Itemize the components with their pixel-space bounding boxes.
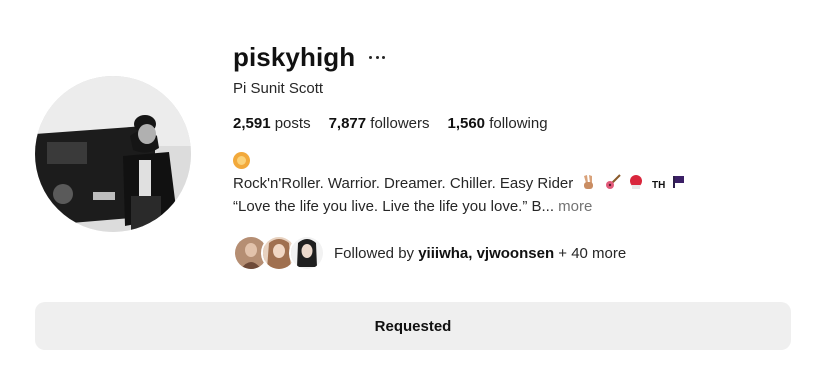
profile-avatar[interactable]: [35, 76, 191, 232]
followed-by-prefix: Followed by: [334, 244, 419, 262]
dot: [375, 55, 379, 59]
following-label: following: [489, 115, 548, 132]
followed-by-user-1[interactable]: yiiiwha: [418, 245, 468, 262]
followed-by-text: Followed by yiiiwha, vjwoonsen + 40 more: [334, 245, 626, 262]
posts-count: 2,591: [233, 115, 271, 132]
bio-line-2: Rock'n'Roller. Warrior. Dreamer. Chiller…: [233, 173, 793, 196]
avatar-photo: [35, 76, 191, 232]
bio-line-1: [233, 152, 793, 173]
dot: [382, 55, 386, 59]
bio: Rock'n'Roller. Warrior. Dreamer. Chiller…: [233, 152, 793, 217]
th-label: TH: [651, 180, 666, 191]
posts-stat[interactable]: 2,591 posts: [233, 115, 311, 132]
bio-text: Rock'n'Roller. Warrior. Dreamer. Chiller…: [233, 175, 574, 192]
boxing-glove-emoji-icon: [629, 175, 642, 189]
following-count: 1,560: [447, 115, 486, 132]
dot: [369, 55, 373, 59]
full-name: Pi Sunit Scott: [233, 80, 324, 97]
lion-face-emoji-icon: [233, 152, 250, 169]
followed-by-user-2[interactable]: vjwoonsen: [477, 245, 555, 262]
profile-info: piskyhigh Pi Sunit Scott 2,591 posts 7,8…: [233, 40, 793, 271]
mutual-avatar: [289, 235, 325, 271]
followers-stat[interactable]: 7,877 followers: [329, 115, 430, 132]
profile-stats: 2,591 posts 7,877 followers 1,560 follow…: [233, 115, 793, 132]
mutual-avatar-photo: [291, 237, 323, 269]
bio-more-link[interactable]: more: [558, 198, 592, 215]
flag-icon: [673, 176, 685, 188]
followers-count: 7,877: [328, 115, 367, 132]
bio-quote: “Love the life you live. Live the life y…: [233, 198, 554, 215]
bio-line-3: “Love the life you live. Live the life y…: [233, 196, 793, 217]
followed-by-separator: ,: [468, 244, 477, 262]
followed-by[interactable]: Followed by yiiiwha, vjwoonsen + 40 more: [233, 235, 793, 271]
followed-by-suffix: + 40 more: [554, 244, 627, 262]
more-options-icon[interactable]: [369, 49, 386, 65]
mutual-avatars: [233, 235, 325, 271]
profile-header: piskyhigh Pi Sunit Scott 2,591 posts 7,8…: [0, 0, 820, 373]
title-row: piskyhigh: [233, 40, 793, 74]
guitar-emoji-icon: [605, 174, 621, 189]
victory-hand-emoji-icon: [584, 175, 594, 189]
username: piskyhigh: [233, 41, 356, 72]
requested-button[interactable]: Requested: [35, 302, 791, 350]
followers-label: followers: [370, 115, 430, 132]
following-stat[interactable]: 1,560 following: [447, 115, 547, 132]
posts-label: posts: [274, 115, 311, 132]
